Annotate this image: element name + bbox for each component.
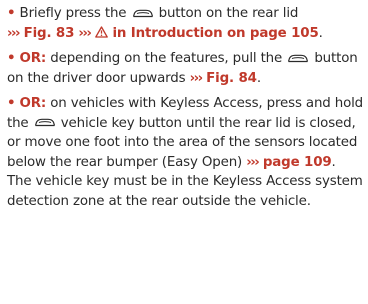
chevron-right-icon: ››› <box>78 25 92 41</box>
chevron-right-icon: ››› <box>246 154 260 170</box>
paragraph-keyless-access: • OR: on vehicles with Keyless Access, p… <box>7 94 368 211</box>
or-label: OR: <box>19 96 47 111</box>
bullet: • <box>7 96 16 111</box>
chevron-right-icon: ››› <box>7 25 21 41</box>
p1-text-b: button on the rear lid <box>158 6 299 21</box>
instruction-text: • Briefly press the button on the rear l… <box>0 0 368 304</box>
p1-end: . <box>318 25 323 41</box>
paragraph-driver-door: • OR: depending on the features, pull th… <box>7 49 368 88</box>
page-ref-link[interactable]: ››› page 109 <box>246 155 331 170</box>
warning-triangle-icon <box>95 25 108 38</box>
p2-end: . <box>256 70 261 86</box>
figure-ref-label: Fig. 83 <box>23 25 75 41</box>
chevron-right-icon: ››› <box>189 70 204 86</box>
or-label: OR: <box>19 51 47 66</box>
p2-text-a: depending on the features, pull the <box>50 51 283 66</box>
intro-ref-link[interactable]: ››› in Introduction on page 105 <box>78 26 318 41</box>
intro-ref-label: in Introduction on page 105 <box>112 25 319 41</box>
car-rear-lid-icon <box>288 54 309 62</box>
bullet: • <box>7 6 16 21</box>
figure-ref-label: Fig. 84 <box>206 70 257 86</box>
page-ref-label: page 109 <box>262 154 332 170</box>
car-rear-lid-icon <box>132 9 153 17</box>
car-rear-lid-icon <box>34 118 55 127</box>
p1-text-a: Briefly press the <box>19 6 127 21</box>
figure-ref-link[interactable]: ››› Fig. 84 <box>190 71 257 86</box>
figure-ref-link[interactable]: ››› Fig. 83 <box>7 26 74 41</box>
paragraph-press-button: • Briefly press the button on the rear l… <box>7 4 368 43</box>
bullet: • <box>7 51 16 66</box>
